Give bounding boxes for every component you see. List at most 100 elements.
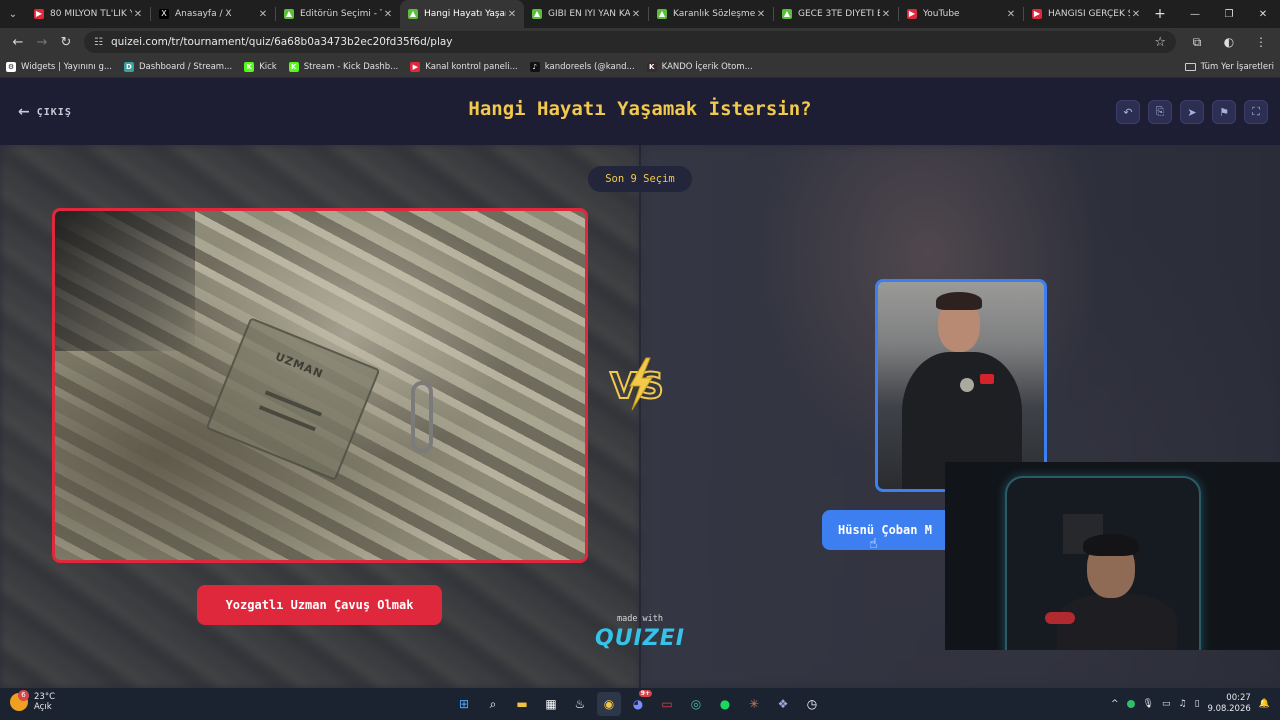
network-icon[interactable]: ▭ xyxy=(1162,699,1171,709)
new-tab-button[interactable]: + xyxy=(1148,6,1172,22)
bookmark-item[interactable]: ▶ Kanal kontrol paneli... xyxy=(410,61,518,72)
webcam-overlay xyxy=(945,462,1280,650)
quiz-header: ← ÇIKIŞ Hangi Hayatı Yaşamak İstersin? ↶… xyxy=(0,78,1280,145)
send-icon[interactable]: ➤ xyxy=(1180,100,1204,124)
person-hair xyxy=(936,292,982,310)
url-input[interactable]: ☷ quizei.com/tr/tournament/quiz/6a68b0a3… xyxy=(84,31,1176,53)
claude-icon[interactable]: ✳ xyxy=(742,692,766,716)
bookmark-favicon-icon: D xyxy=(123,61,134,72)
bookmark-item[interactable]: D Dashboard / Stream... xyxy=(123,61,233,72)
tab-close-icon[interactable]: ✕ xyxy=(880,9,892,20)
right-option-image[interactable] xyxy=(875,279,1047,492)
tab-title: HANGİSİ GERÇEK ŞAR xyxy=(1048,9,1130,19)
microphone xyxy=(1045,612,1075,624)
clock-date: 9.08.2026 xyxy=(1207,704,1251,714)
bookmark-item[interactable]: ⚙ Widgets | Yayınını g... xyxy=(6,61,112,72)
tab-close-icon[interactable]: ✕ xyxy=(132,9,144,20)
browser-tab[interactable]: X Anasayfa / X ✕ xyxy=(151,0,275,28)
obs-icon[interactable]: ◎ xyxy=(684,692,708,716)
battery-icon[interactable]: ▯ xyxy=(1195,699,1200,709)
clock[interactable]: 00:27 9.08.2026 xyxy=(1208,693,1251,715)
undo-icon[interactable]: ↶ xyxy=(1116,100,1140,124)
weather-sun-icon: 6 xyxy=(10,690,29,711)
left-option-image[interactable]: UZMAN xyxy=(52,208,588,563)
bookmark-label: Kick xyxy=(259,61,277,72)
tab-title: Editörün Seçimi - Tur xyxy=(300,9,382,19)
bookmark-item[interactable]: K Kick xyxy=(244,61,277,72)
chevron-stripes xyxy=(258,390,322,432)
quiz-title: Hangi Hayatı Yaşamak İstersin? xyxy=(468,98,812,120)
share-icon[interactable]: ⎘ xyxy=(1148,100,1172,124)
forward-icon[interactable]: → xyxy=(30,30,54,54)
bookmark-favicon-icon: ♪ xyxy=(529,61,540,72)
flag-patch xyxy=(980,374,994,384)
tab-close-icon[interactable]: ✕ xyxy=(630,9,642,20)
tabs-container: ▶ 80 MİLYON TL'LİK YA ✕ X Anasayfa / X ✕ ▲ Edit… xyxy=(26,0,1148,28)
tab-close-icon[interactable]: ✕ xyxy=(382,9,394,20)
store-icon[interactable]: ▦ xyxy=(539,692,563,716)
tab-close-icon[interactable]: ✕ xyxy=(755,9,767,20)
fullscreen-icon[interactable]: ⛶ xyxy=(1244,100,1268,124)
header-actions: ↶ ⎘ ➤ ⚑ ⛶ xyxy=(1116,100,1268,124)
reload-icon[interactable]: ↻ xyxy=(54,30,78,54)
close-window-icon[interactable]: ✕ xyxy=(1246,0,1280,28)
browser-tab[interactable]: ▶ YouTube ✕ xyxy=(899,0,1023,28)
tab-close-icon[interactable]: ✕ xyxy=(1005,9,1017,20)
notification-icon[interactable]: 🔔 xyxy=(1259,699,1270,709)
browser-tab[interactable]: ▲ Hangi Hayatı Yaşamak✕ xyxy=(400,0,524,28)
weather-temp: 23°C xyxy=(34,692,56,702)
bookmark-favicon-icon: K xyxy=(244,61,255,72)
browser-tab[interactable]: ▲ Editörün Seçimi - Tur✕ xyxy=(276,0,400,28)
mic-icon[interactable]: 🎙 xyxy=(1143,699,1154,709)
all-bookmarks-button[interactable]: Tüm Yer İşaretleri xyxy=(1184,61,1274,72)
browser-tab[interactable]: ▲ Karanlık Sözleşme: Se✕ xyxy=(649,0,773,28)
browser-tab[interactable]: ▲ GİBİ EN İYİ YAN KARA✕ xyxy=(524,0,648,28)
extensions-icon[interactable]: ⧉ xyxy=(1184,35,1210,50)
center-divider xyxy=(639,145,641,688)
recorder-icon[interactable]: ▭ xyxy=(655,692,679,716)
timer-icon[interactable]: ◷ xyxy=(800,692,824,716)
left-option-button[interactable]: Yozgatlı Uzman Çavuş Olmak xyxy=(197,585,442,625)
search-icon[interactable]: ⌕ xyxy=(481,692,505,716)
file-explorer-icon[interactable]: ▬ xyxy=(510,692,534,716)
windows-taskbar: 6 23°C Açık ⊞ ⌕ ▬ ▦ ♨ ◉ ◕ 9+ ▭ ◎ ● ✳ ❖ ◷ … xyxy=(0,688,1280,720)
tab-close-icon[interactable]: ✕ xyxy=(506,9,518,20)
browser-tab[interactable]: ▲ GECE 3TE DİYETİ BOZ✕ xyxy=(774,0,898,28)
discord-icon[interactable]: ◕ 9+ xyxy=(626,690,652,716)
tab-favicon-icon: ▶ xyxy=(907,9,917,19)
minimize-icon[interactable]: — xyxy=(1178,0,1212,28)
profile-icon[interactable]: ◐ xyxy=(1216,35,1242,50)
rank-patch: UZMAN xyxy=(205,317,381,481)
steam-icon[interactable]: ♨ xyxy=(568,692,592,716)
restore-icon[interactable]: ❐ xyxy=(1212,0,1246,28)
weather-widget[interactable]: 6 23°C Açık xyxy=(10,690,56,712)
browser-tab[interactable]: ▶ 80 MİLYON TL'LİK YA ✕ xyxy=(26,0,150,28)
bookmark-item[interactable]: ♪ kandoreels (@kand... xyxy=(529,61,635,72)
app-icon[interactable]: ❖ xyxy=(771,692,795,716)
spotify-icon[interactable]: ● xyxy=(713,692,737,716)
volume-icon[interactable]: ♫ xyxy=(1178,699,1186,709)
bookmark-label: Dashboard / Stream... xyxy=(138,61,233,72)
flag-icon[interactable]: ⚑ xyxy=(1212,100,1236,124)
site-info-icon[interactable]: ☷ xyxy=(94,37,103,48)
bookmark-item[interactable]: K KANDO İçerik Otom... xyxy=(646,61,753,72)
browser-tab[interactable]: ▶ HANGİSİ GERÇEK ŞAR✕ xyxy=(1024,0,1148,28)
tray-chevron-icon[interactable]: ^ xyxy=(1111,699,1119,709)
tab-strip: ⌄ ▶ 80 MİLYON TL'LİK YA ✕ X Anasayfa / X ✕ ▲ Ed… xyxy=(0,0,1280,28)
tab-favicon-icon: X xyxy=(159,9,169,19)
chrome-icon[interactable]: ◉ xyxy=(597,692,621,716)
menu-icon[interactable]: ⋮ xyxy=(1248,35,1274,50)
tab-search-chevron-icon[interactable]: ⌄ xyxy=(0,0,26,28)
made-with-badge[interactable]: made with QUIZEI xyxy=(590,614,690,651)
bookmark-item[interactable]: K Stream - Kick Dashb... xyxy=(288,61,398,72)
quizei-logo: QUIZEI xyxy=(595,626,685,651)
all-bookmarks-label: Tüm Yer İşaretleri xyxy=(1200,61,1274,72)
tab-title: 80 MİLYON TL'LİK YA xyxy=(50,9,132,19)
start-icon[interactable]: ⊞ xyxy=(452,692,476,716)
bookmarks-list: ⚙ Widgets | Yayınını g... D Dashboard / Str… xyxy=(6,61,765,72)
bookmark-star-icon[interactable]: ☆ xyxy=(1154,35,1166,50)
tab-close-icon[interactable]: ✕ xyxy=(1130,9,1142,20)
tab-close-icon[interactable]: ✕ xyxy=(257,9,269,20)
back-icon[interactable]: ← xyxy=(6,30,30,54)
url-text: quizei.com/tr/tournament/quiz/6a68b0a347… xyxy=(110,36,453,48)
